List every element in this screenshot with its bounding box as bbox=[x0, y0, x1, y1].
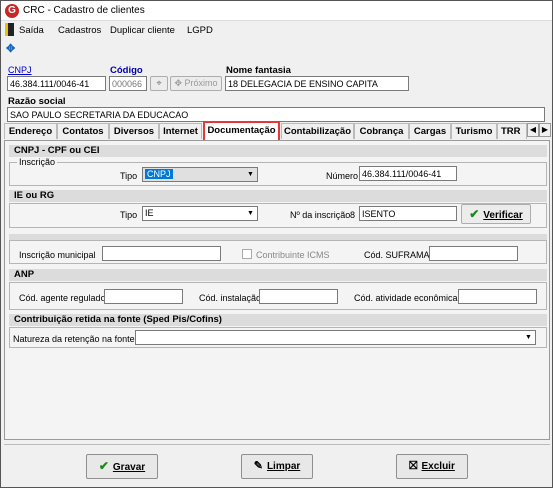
diamond-nav-icon[interactable]: ✥ bbox=[6, 42, 15, 55]
proximo-button[interactable]: ✥ Próximo bbox=[170, 76, 222, 91]
gravar-button[interactable]: ✔ Gravar bbox=[86, 454, 158, 479]
natureza-retencao-select[interactable]: ▼ bbox=[135, 330, 536, 345]
anp-header: ANP bbox=[9, 269, 547, 281]
tab-contatos[interactable]: Contatos bbox=[57, 123, 109, 139]
suframa-field[interactable] bbox=[429, 246, 518, 261]
ie-tipo-label: Tipo bbox=[120, 210, 138, 220]
tab-contabilizacao[interactable]: Contabilização bbox=[281, 123, 354, 139]
inscricao-municipal-field[interactable] bbox=[102, 246, 221, 261]
instalacao-label: Cód. instalação bbox=[199, 293, 262, 303]
cnpj-numero-field[interactable]: 46.384.111/0046-41 bbox=[359, 166, 457, 181]
atividade-field[interactable] bbox=[458, 289, 537, 304]
agente-regulado-field[interactable] bbox=[104, 289, 183, 304]
tab-turismo[interactable]: Turismo bbox=[451, 123, 497, 139]
tab-endereco[interactable]: Endereço bbox=[4, 123, 57, 139]
cnpj-tipo-select[interactable]: CNPJ ▼ bbox=[142, 167, 258, 182]
trash-icon: ⛝ bbox=[409, 460, 418, 472]
title-bar: G CRC - Cadastro de clientes bbox=[1, 1, 552, 21]
cnpj-tipo-label: Tipo bbox=[120, 171, 138, 181]
broom-icon: ✎ bbox=[253, 460, 263, 472]
menu-saida[interactable]: Saída bbox=[19, 25, 44, 36]
ie-inscricao-field[interactable]: ISENTO bbox=[359, 206, 457, 221]
tab-scroll-left-icon[interactable]: ◀ bbox=[527, 123, 539, 137]
documentacao-panel: CNPJ - CPF ou CEI Inscrição Tipo CNPJ ▼ … bbox=[4, 140, 550, 440]
ie-inscricao-label: Nº da inscrição bbox=[290, 210, 351, 220]
cnpj-cpf-header: CNPJ - CPF ou CEI bbox=[9, 145, 547, 157]
tab-documentacao[interactable]: Documentação bbox=[203, 121, 280, 140]
excluir-button[interactable]: ⛝ Excluir bbox=[396, 454, 468, 479]
app-logo-icon: G bbox=[5, 4, 19, 18]
tab-cargas[interactable]: Cargas bbox=[409, 123, 451, 139]
contribuinte-icms-label: Contribuinte ICMS bbox=[256, 250, 330, 260]
razao-label: Razão social bbox=[8, 96, 66, 107]
retencao-header: Contribuição retida na fonte (Sped Pis/C… bbox=[9, 314, 547, 326]
ie-tipo-select[interactable]: IE ▼ bbox=[142, 206, 258, 221]
natureza-retencao-label: Natureza da retenção na fonte bbox=[13, 334, 135, 344]
check-icon: ✔ bbox=[98, 459, 109, 473]
menu-cadastros[interactable]: Cadastros bbox=[58, 25, 101, 36]
cnpj-label-link[interactable]: CNPJ bbox=[8, 65, 32, 75]
menu-duplicar-cliente[interactable]: Duplicar cliente bbox=[110, 25, 175, 36]
binoculars-icon[interactable]: ⌖ bbox=[150, 76, 168, 91]
ie-inscricao-mark: 8 bbox=[350, 210, 356, 220]
contribuinte-icms-checkbox[interactable] bbox=[242, 249, 252, 259]
exit-door-icon[interactable] bbox=[5, 23, 14, 36]
inscricao-municipal-label: Inscrição municipal bbox=[19, 250, 96, 260]
fantasia-field[interactable]: 18 DELEGACIA DE ENSINO CAPITA bbox=[225, 76, 409, 91]
tab-cobranca[interactable]: Cobrança bbox=[354, 123, 409, 139]
ie-rg-header: IE ou RG bbox=[9, 190, 547, 202]
fantasia-label: Nome fantasia bbox=[226, 65, 291, 76]
inscricao-group bbox=[9, 162, 547, 186]
codigo-label: Código bbox=[110, 65, 143, 76]
codigo-field[interactable]: 000066 bbox=[109, 76, 147, 91]
cnpj-field[interactable]: 46.384.111/0046-41 bbox=[7, 76, 106, 91]
window-title: CRC - Cadastro de clientes bbox=[23, 5, 145, 16]
menu-lgpd[interactable]: LGPD bbox=[187, 25, 213, 36]
footer-divider bbox=[4, 444, 550, 445]
tab-internet[interactable]: Internet bbox=[159, 123, 202, 139]
chevron-down-icon: ▼ bbox=[247, 210, 254, 217]
main-window: G CRC - Cadastro de clientes Saída Cadas… bbox=[0, 0, 553, 488]
agente-regulado-label: Cód. agente regulado bbox=[19, 293, 106, 303]
chevron-down-icon: ▼ bbox=[247, 171, 254, 178]
inscricao-group-label: Inscrição bbox=[17, 157, 58, 167]
razao-field[interactable]: SAO PAULO SECRETARIA DA EDUCACAO bbox=[7, 107, 545, 122]
next-arrow-icon: ✥ bbox=[174, 78, 185, 88]
check-icon: ✔ bbox=[469, 207, 480, 221]
atividade-label: Cód. atividade econômica bbox=[354, 293, 458, 303]
instalacao-field[interactable] bbox=[259, 289, 338, 304]
tab-strip: Endereço Contatos Diversos Internet Docu… bbox=[4, 121, 552, 140]
tab-scroll-right-icon[interactable]: ▶ bbox=[539, 123, 551, 137]
verificar-button[interactable]: ✔ Verificar bbox=[461, 204, 531, 224]
tab-diversos[interactable]: Diversos bbox=[109, 123, 159, 139]
menu-bar: Saída Cadastros Duplicar cliente LGPD bbox=[1, 22, 552, 39]
cnpj-numero-label: Número bbox=[326, 171, 359, 181]
tab-trr[interactable]: TRR bbox=[497, 123, 527, 139]
suframa-label: Cód. SUFRAMA bbox=[364, 250, 430, 260]
chevron-down-icon: ▼ bbox=[525, 334, 532, 341]
limpar-button[interactable]: ✎ Limpar bbox=[241, 454, 313, 479]
